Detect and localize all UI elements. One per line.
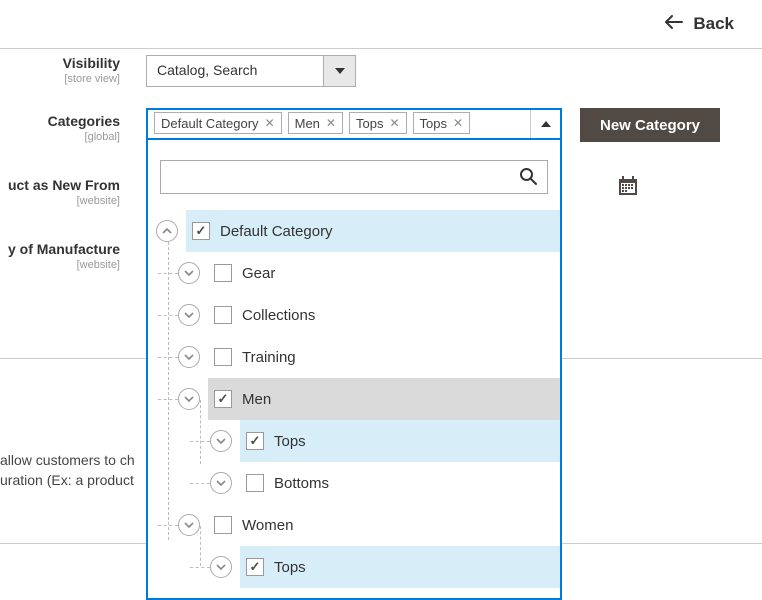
chip-label: Tops (356, 116, 383, 131)
tree-expand-icon[interactable] (210, 472, 232, 494)
country-scope: [website] (0, 259, 120, 271)
visibility-select[interactable]: Catalog, Search (146, 55, 356, 87)
close-icon[interactable]: ✕ (389, 116, 399, 130)
arrow-left-icon (665, 14, 683, 34)
category-search-input[interactable] (160, 160, 548, 194)
tree-checkbox[interactable] (214, 348, 232, 366)
tree-item-label: Women (242, 517, 293, 534)
chip-label: Default Category (161, 116, 259, 131)
tree-item-label: Tops (274, 433, 306, 450)
country-label: y of Manufacture (0, 241, 120, 257)
tree-expand-icon[interactable] (178, 388, 200, 410)
category-chip[interactable]: Tops ✕ (349, 112, 407, 134)
tree-checkbox[interactable] (214, 264, 232, 282)
dropdown-toggle[interactable] (530, 110, 560, 138)
back-label: Back (693, 14, 734, 34)
tree-checkbox[interactable] (246, 474, 264, 492)
tree-checkbox[interactable] (246, 558, 264, 576)
tree-item-label: Gear (242, 265, 275, 282)
tree-expand-icon[interactable] (178, 262, 200, 284)
tree-item-label: Men (242, 391, 271, 408)
tree-expand-icon[interactable] (178, 514, 200, 536)
chip-label: Tops (420, 116, 447, 131)
categories-scope: [global] (0, 131, 120, 143)
tree-checkbox[interactable] (246, 432, 264, 450)
tree-expand-icon[interactable] (210, 430, 232, 452)
newfrom-label: uct as New From (0, 177, 120, 193)
tree-item-label: Tops (274, 559, 306, 576)
tree-checkbox[interactable] (214, 390, 232, 408)
chip-label: Men (295, 116, 320, 131)
tree-collapse-icon[interactable] (156, 220, 178, 242)
newfrom-scope: [website] (0, 195, 120, 207)
tree-checkbox[interactable] (214, 306, 232, 324)
new-category-label: New Category (600, 117, 700, 134)
calendar-icon[interactable] (618, 176, 638, 199)
back-button[interactable]: Back (665, 14, 734, 34)
tree-expand-icon[interactable] (178, 346, 200, 368)
categories-label: Categories (0, 113, 120, 129)
tree-item-label: Training (242, 349, 296, 366)
new-category-button[interactable]: New Category (580, 108, 720, 142)
chevron-down-icon (323, 56, 355, 86)
chevron-up-icon (541, 121, 551, 127)
tree-item-label: Default Category (220, 223, 333, 240)
category-chip[interactable]: Men ✕ (288, 112, 343, 134)
tree-expand-icon[interactable] (178, 304, 200, 326)
tree-expand-icon[interactable] (210, 556, 232, 578)
category-chip[interactable]: Tops ✕ (413, 112, 471, 134)
visibility-scope: [store view] (0, 73, 120, 85)
visibility-value: Catalog, Search (147, 56, 323, 86)
close-icon[interactable]: ✕ (265, 116, 275, 130)
visibility-label: Visibility (0, 55, 120, 71)
categories-multiselect[interactable]: Default Category ✕ Men ✕ Tops ✕ Tops ✕ (146, 108, 562, 600)
close-icon[interactable]: ✕ (326, 116, 336, 130)
category-chip[interactable]: Default Category ✕ (154, 112, 282, 134)
tree-item-label: Bottoms (274, 475, 329, 492)
tree-checkbox[interactable] (192, 222, 210, 240)
category-tree[interactable]: Default Category Gear (148, 210, 560, 590)
search-icon (519, 167, 537, 188)
close-icon[interactable]: ✕ (453, 116, 463, 130)
tree-item-label: Collections (242, 307, 315, 324)
tree-checkbox[interactable] (214, 516, 232, 534)
